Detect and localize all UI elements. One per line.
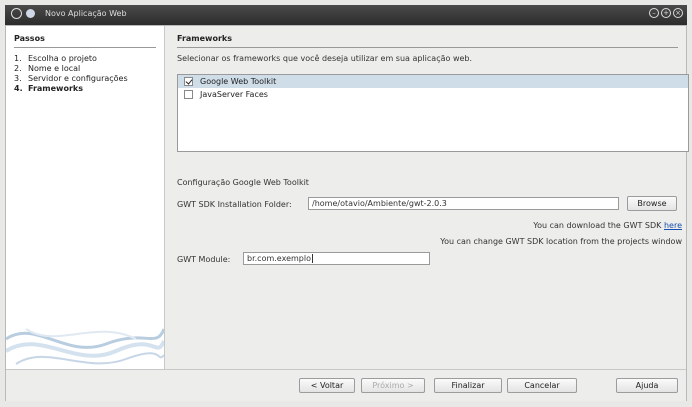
- download-link[interactable]: here: [664, 221, 682, 230]
- app-icon: [26, 9, 35, 18]
- step-number: 1.: [14, 54, 22, 63]
- maximize-icon[interactable]: +: [661, 8, 671, 18]
- text-cursor: [311, 254, 313, 263]
- frameworks-divider: [177, 47, 678, 48]
- back-button[interactable]: < Voltar: [299, 378, 355, 393]
- step-label: Frameworks: [28, 84, 83, 93]
- steps-panel: Passos 1. Escolha o projeto 2. Nome e loca…: [6, 26, 165, 369]
- checkbox-unchecked-icon[interactable]: [184, 90, 193, 99]
- sdk-folder-label: GWT SDK Installation Folder:: [177, 200, 292, 209]
- step-number: 2.: [14, 64, 22, 73]
- steps-divider: [14, 47, 156, 48]
- close-icon[interactable]: ×: [673, 8, 683, 18]
- button-bar: < Voltar Próximo > Finalizar Cancelar Aj…: [6, 369, 686, 401]
- step-number: 3.: [14, 74, 22, 83]
- framework-label: JavaServer Faces: [200, 90, 268, 99]
- change-location-info: You can change GWT SDK location from the…: [440, 237, 682, 246]
- next-button[interactable]: Próximo >: [361, 378, 425, 393]
- sdk-folder-input[interactable]: /home/otavio/Ambiente/gwt-2.0.3: [308, 197, 619, 210]
- step-item: 2. Nome e local: [6, 64, 164, 74]
- finish-button[interactable]: Finalizar: [434, 378, 502, 393]
- framework-label: Google Web Toolkit: [200, 77, 277, 86]
- checkbox-checked-icon[interactable]: [184, 77, 193, 86]
- framework-row-gwt[interactable]: Google Web Toolkit: [178, 75, 688, 88]
- browse-button[interactable]: Browse: [627, 196, 677, 211]
- wizard-decoration-image: [6, 328, 164, 365]
- window-menu-icon[interactable]: [11, 8, 22, 19]
- frameworks-header: Frameworks: [177, 34, 232, 43]
- step-label: Escolha o projeto: [28, 54, 97, 63]
- module-label: GWT Module:: [177, 255, 231, 264]
- title-bar: Novo Aplicação Web – + ×: [5, 5, 687, 25]
- steps-header: Passos: [14, 34, 45, 43]
- step-label: Nome e local: [28, 64, 81, 73]
- frameworks-panel: Frameworks Selecionar os frameworks que …: [172, 26, 689, 369]
- step-number: 4.: [14, 84, 23, 93]
- minimize-icon[interactable]: –: [649, 8, 659, 18]
- module-value: br.com.exemplo: [247, 254, 311, 263]
- download-info: You can download the GWT SDK here: [533, 221, 682, 230]
- framework-row-jsf[interactable]: JavaServer Faces: [178, 88, 688, 101]
- step-item: 3. Servidor e configurações: [6, 74, 164, 84]
- frameworks-list[interactable]: Google Web Toolkit JavaServer Faces: [177, 74, 689, 152]
- help-button[interactable]: Ajuda: [616, 378, 678, 393]
- step-label: Servidor e configurações: [28, 74, 128, 83]
- steps-list: 1. Escolha o projeto 2. Nome e local 3. Ser…: [6, 54, 164, 94]
- title-icons: [11, 8, 35, 19]
- cancel-button[interactable]: Cancelar: [507, 378, 577, 393]
- window-title: Novo Aplicação Web: [45, 9, 127, 18]
- download-text: You can download the GWT SDK: [533, 221, 662, 230]
- frameworks-description: Selecionar os frameworks que você deseja…: [177, 54, 473, 63]
- module-input[interactable]: br.com.exemplo: [243, 252, 430, 265]
- config-title: Configuração Google Web Toolkit: [177, 178, 309, 187]
- dialog: Passos 1. Escolha o projeto 2. Nome e loca…: [5, 25, 689, 401]
- step-item-active: 4. Frameworks: [6, 84, 164, 94]
- step-item: 1. Escolha o projeto: [6, 54, 164, 64]
- window-controls: – + ×: [649, 8, 683, 18]
